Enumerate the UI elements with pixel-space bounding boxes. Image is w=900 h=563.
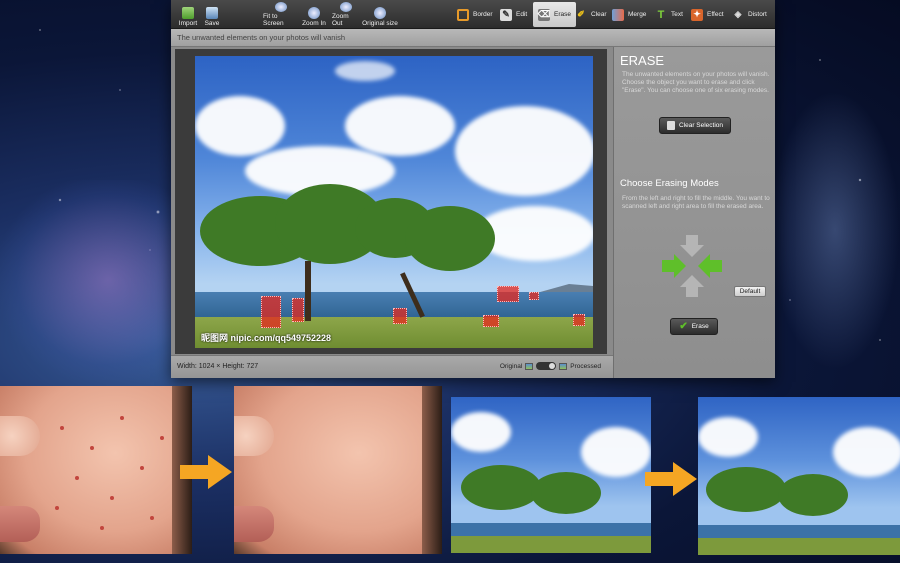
status-bar: Width: 1024 × Height: 727 Original Proce… xyxy=(171,355,613,378)
selection-mark[interactable] xyxy=(573,314,585,326)
panel-intro-text: The unwanted elements on your photos wil… xyxy=(622,71,770,94)
tool-clear[interactable]: ✐ Clear xyxy=(575,4,607,25)
scene-before-image xyxy=(451,397,651,553)
import-label: Import xyxy=(178,20,198,27)
image-dimensions: Width: 1024 × Height: 727 xyxy=(177,363,259,370)
zoom-in-label: Zoom In xyxy=(302,20,326,27)
nebula-decoration-right xyxy=(770,90,900,370)
selection-mark[interactable] xyxy=(393,308,407,324)
tool-distort[interactable]: ◈ Distort xyxy=(732,4,767,25)
modes-description: From the left and right to fill the midd… xyxy=(622,195,770,210)
tool-edit-label: Edit xyxy=(516,11,528,18)
zoom-in-button[interactable]: Zoom In xyxy=(301,2,327,27)
save-icon xyxy=(206,7,218,19)
erasing-mode-arrows[interactable] xyxy=(660,235,724,297)
effect-icon: ✦ xyxy=(691,8,703,21)
tool-erase[interactable]: ⌫ Erase xyxy=(533,2,576,27)
scene-after-image xyxy=(698,397,900,555)
brush-icon: ✐ xyxy=(577,9,585,19)
app-window: Import Save Fit to Screen Zoom In Zoom O… xyxy=(171,0,775,378)
original-size-icon xyxy=(374,7,386,19)
arrow-right-icon xyxy=(180,455,232,489)
zoom-out-label: Zoom Out xyxy=(332,13,349,27)
distort-icon: ◈ xyxy=(734,9,742,19)
default-label: Default xyxy=(739,288,761,295)
original-thumb-icon xyxy=(525,362,534,370)
text-icon: T xyxy=(657,8,665,21)
tool-effect-label: Effect xyxy=(707,11,724,18)
zoom-in-icon xyxy=(308,7,320,19)
clear-selection-label: Clear Selection xyxy=(678,122,724,129)
selection-mark[interactable] xyxy=(529,292,539,300)
original-processed-switch[interactable] xyxy=(536,362,557,370)
zoom-out-button[interactable]: Zoom Out xyxy=(332,2,360,27)
fit-screen-button[interactable]: Fit to Screen xyxy=(263,2,299,27)
checkmark-icon: ✔ xyxy=(679,321,688,332)
tool-edit[interactable]: ✎ Edit xyxy=(500,4,527,25)
arrow-up-icon xyxy=(680,275,704,297)
save-label: Save xyxy=(204,20,220,27)
arrow-left-icon xyxy=(698,254,722,278)
selection-mark[interactable] xyxy=(261,296,281,328)
tool-merge[interactable]: Merge xyxy=(612,4,646,25)
erase-panel: ERASE The unwanted elements on your phot… xyxy=(613,47,775,378)
panel-title: ERASE xyxy=(620,53,665,68)
merge-icon xyxy=(612,8,624,21)
original-size-label: Original size xyxy=(362,20,398,27)
original-label: Original xyxy=(499,362,523,370)
selection-mark[interactable] xyxy=(497,286,519,302)
clear-selection-button[interactable]: Clear Selection xyxy=(659,117,731,134)
canvas-area: 昵图网 nipic.com/qq549752228 xyxy=(171,47,613,355)
modes-heading: Choose Erasing Modes xyxy=(620,178,719,189)
edited-photo[interactable]: 昵图网 nipic.com/qq549752228 xyxy=(195,56,593,348)
toolbar: Import Save Fit to Screen Zoom In Zoom O… xyxy=(171,0,775,29)
nebula-decoration xyxy=(0,180,180,380)
fit-screen-label: Fit to Screen xyxy=(263,13,284,27)
photo-watermark: 昵图网 nipic.com/qq549752228 xyxy=(201,333,332,343)
arrow-right-icon xyxy=(662,254,686,278)
tool-text-label: Text xyxy=(671,11,683,18)
tool-text[interactable]: T Text xyxy=(655,4,683,25)
selection-mark[interactable] xyxy=(483,315,499,327)
tool-effect[interactable]: ✦ Effect xyxy=(691,4,724,25)
arrow-right-icon xyxy=(645,462,697,496)
import-icon xyxy=(182,7,194,19)
tool-clear-label: Clear xyxy=(591,11,607,18)
tool-border[interactable]: Border xyxy=(457,4,493,25)
photo-frame: 昵图网 nipic.com/qq549752228 xyxy=(175,49,607,354)
trash-icon xyxy=(666,121,675,130)
fit-screen-icon xyxy=(275,2,287,12)
erase-label: Erase xyxy=(691,323,709,330)
skin-after-image xyxy=(234,386,442,554)
info-bar: The unwanted elements on your photos wil… xyxy=(171,29,775,47)
skin-before-image xyxy=(0,386,192,554)
tool-erase-label: Erase xyxy=(554,11,571,18)
zoom-out-icon xyxy=(340,2,352,12)
info-message: The unwanted elements on your photos wil… xyxy=(177,33,346,42)
edit-icon: ✎ xyxy=(500,8,512,21)
default-button[interactable]: Default xyxy=(734,286,766,297)
import-button[interactable]: Import xyxy=(177,2,199,27)
eraser-icon: ⌫ xyxy=(537,8,551,21)
tool-merge-label: Merge xyxy=(628,11,647,18)
border-icon xyxy=(457,8,469,21)
tool-border-label: Border xyxy=(473,11,493,18)
tool-distort-label: Distort xyxy=(748,11,767,18)
compare-toggle: Original Processed xyxy=(500,362,601,370)
erase-button[interactable]: ✔ Erase xyxy=(670,318,718,335)
processed-thumb-icon xyxy=(559,362,568,370)
arrow-down-icon xyxy=(680,235,704,257)
save-button[interactable]: Save xyxy=(203,2,221,27)
processed-label: Processed xyxy=(570,362,601,370)
original-size-button[interactable]: Original size xyxy=(362,2,398,27)
selection-mark[interactable] xyxy=(292,298,304,322)
